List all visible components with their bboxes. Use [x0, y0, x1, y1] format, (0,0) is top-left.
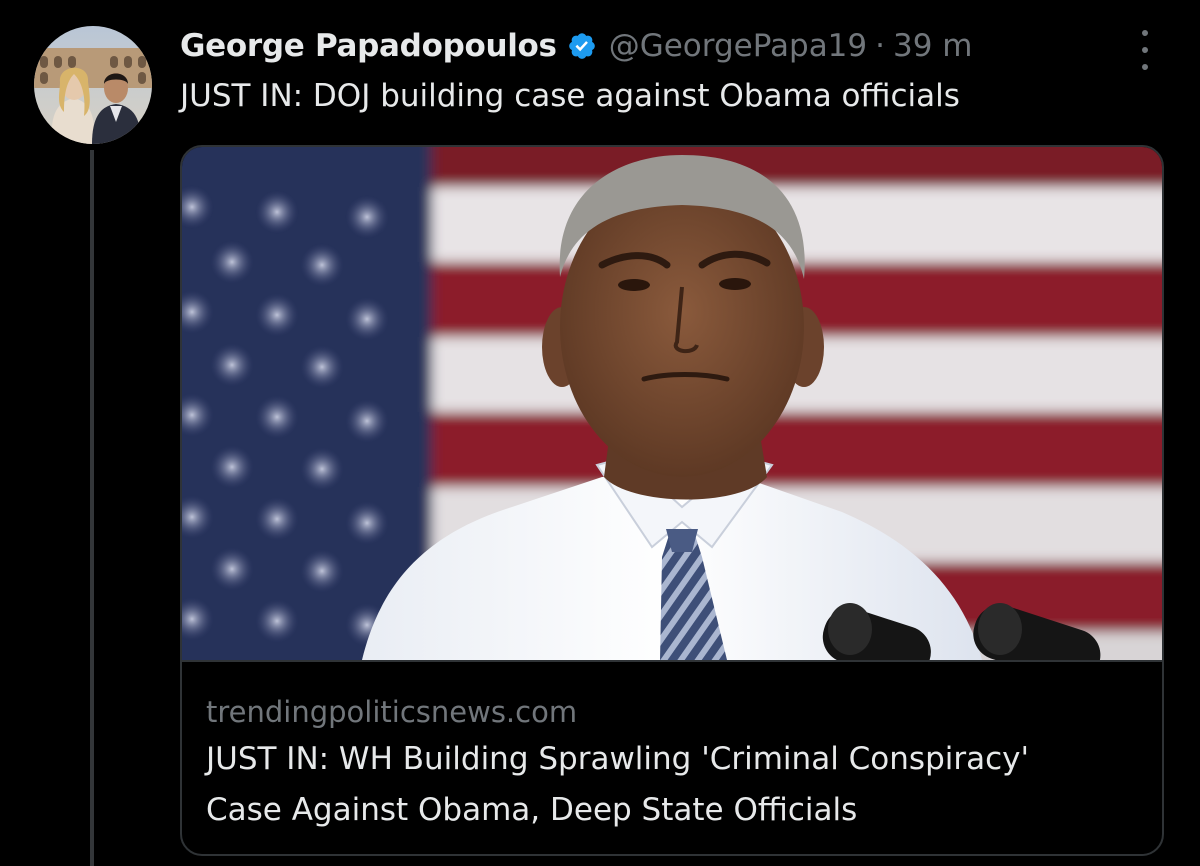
thread-connector-line	[90, 150, 94, 866]
card-title-line-1: JUST IN: WH Building Sprawling 'Criminal…	[206, 741, 1030, 777]
tweet[interactable]: George Papadopoulos @GeorgePapa19 · 39 m…	[0, 0, 1200, 866]
author-display-name[interactable]: George Papadopoulos	[180, 28, 557, 64]
avatar-photo	[34, 26, 152, 144]
tweet-header: George Papadopoulos @GeorgePapa19 · 39 m	[180, 24, 973, 68]
card-title-line-2: Case Against Obama, Deep State Officials	[206, 792, 858, 828]
tweet-text: JUST IN: DOJ building case against Obama…	[180, 78, 960, 114]
card-domain: trendingpoliticsnews.com	[206, 695, 578, 729]
more-options-icon[interactable]	[1126, 30, 1164, 70]
separator-dot: ·	[875, 28, 885, 64]
link-preview-card[interactable]: trendingpoliticsnews.com JUST IN: WH Bui…	[180, 145, 1164, 856]
verified-badge-icon	[567, 31, 597, 61]
avatar[interactable]	[34, 26, 152, 144]
author-handle[interactable]: @GeorgePapa19	[609, 28, 867, 64]
card-image	[182, 147, 1162, 662]
tweet-timestamp[interactable]: 39 m	[893, 28, 973, 64]
